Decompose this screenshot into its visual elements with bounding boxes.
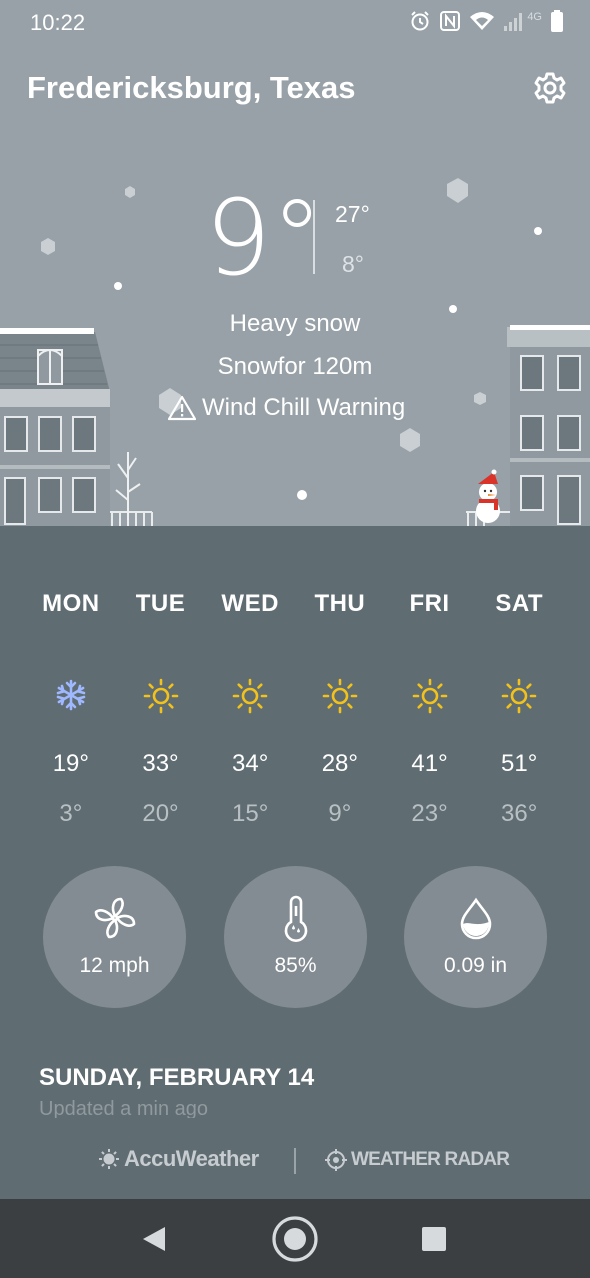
sun-icon <box>474 678 564 714</box>
forecast-low: 3° <box>59 800 83 827</box>
forecast-day-name: THU <box>314 590 366 617</box>
location-title: Fredericksburg, Texas <box>27 70 356 105</box>
signal-icon <box>503 10 525 32</box>
forecast-high: 28° <box>321 750 358 777</box>
recent-apps-square-icon <box>422 1227 446 1251</box>
today-low-temperature: 8° <box>342 251 364 277</box>
forecast-day-fri[interactable]: FRI 41° 23° <box>385 590 475 828</box>
condition-text: Heavy snow <box>229 310 361 337</box>
radar-crosshair-icon <box>325 1149 347 1171</box>
warning-label: Wind Chill Warning <box>202 394 406 421</box>
forecast-high: 51° <box>501 750 538 777</box>
brand-footer: AccuWeather WEATHER RADAR <box>0 1146 590 1176</box>
wind-speed-value: 12 mph <box>79 954 150 977</box>
forecast-high: 34° <box>232 750 269 777</box>
network-type-label: 4G <box>527 11 542 23</box>
forecast-day-name: FRI <box>409 590 450 617</box>
forecast-low: 20° <box>142 800 179 827</box>
precipitation-value: 0.09 in <box>443 954 508 977</box>
alarm-icon <box>409 10 431 32</box>
forecast-day-sat[interactable]: SAT 51° 36° <box>474 590 564 828</box>
weather-radar-label: WEATHER RADAR <box>351 1149 510 1170</box>
status-bar: 10:22 4G <box>0 0 590 44</box>
weather-warning[interactable]: Wind Chill Warning <box>168 394 405 422</box>
forecast-high: 19° <box>52 750 89 777</box>
forecast-day-name: SAT <box>495 590 544 617</box>
forecast-low: 9° <box>328 800 352 827</box>
forecast-day-name: MON <box>42 590 100 617</box>
home-circle-icon <box>272 1216 318 1262</box>
hero-section: 10:22 4G Fredericksburg, Texas 9° 27° 8°… <box>0 0 590 526</box>
metrics-row: 12 mph 85% 0.09 in <box>43 866 547 1008</box>
accuweather-label: AccuWeather <box>124 1146 259 1171</box>
current-date: SUNDAY, FEBRUARY 14 <box>39 1064 315 1091</box>
nfc-icon <box>439 10 461 32</box>
forecast-day-mon[interactable]: MON 19° 3° <box>26 590 116 828</box>
sun-icon <box>295 678 385 714</box>
temperature-divider <box>313 200 315 274</box>
brand-divider <box>294 1148 296 1174</box>
home-button[interactable] <box>271 1215 319 1263</box>
status-icons: 4G <box>409 8 564 34</box>
forecast-high: 33° <box>142 750 179 777</box>
system-navigation-bar <box>0 1199 590 1278</box>
back-button[interactable] <box>130 1215 178 1263</box>
today-high-temperature: 27° <box>335 201 370 227</box>
battery-icon <box>550 9 564 33</box>
wind-metric[interactable]: 12 mph <box>43 866 186 1008</box>
gear-icon <box>534 72 566 104</box>
forecast-low: 36° <box>501 800 538 827</box>
forecast-low: 15° <box>232 800 269 827</box>
back-triangle-icon <box>143 1227 165 1251</box>
forecast-day-name: WED <box>221 590 279 617</box>
wind-fan-icon <box>43 894 186 942</box>
sun-icon <box>116 678 206 714</box>
condition-detail: Snowfor 120m <box>217 353 373 380</box>
current-temperature: 9° <box>205 177 324 299</box>
accuweather-sun-logo-icon <box>99 1149 119 1169</box>
accuweather-link[interactable]: AccuWeather <box>98 1146 259 1172</box>
forecast-day-tue[interactable]: TUE 33° 20° <box>116 590 206 828</box>
warning-icon <box>168 395 196 421</box>
precipitation-metric[interactable]: 0.09 in <box>404 866 547 1008</box>
weather-radar-link[interactable]: WEATHER RADAR <box>325 1149 510 1171</box>
sun-icon <box>385 678 475 714</box>
forecast-day-thu[interactable]: THU 28° 9° <box>295 590 385 828</box>
humidity-value: 85% <box>274 954 317 977</box>
forecast-high: 41° <box>411 750 448 777</box>
settings-button[interactable] <box>533 71 567 105</box>
sun-icon <box>205 678 295 714</box>
last-updated-text: Updated a min ago <box>39 1098 209 1118</box>
forecast-day-wed[interactable]: WED 34° 15° <box>205 590 295 828</box>
humidity-metric[interactable]: 85% <box>224 866 367 1008</box>
status-time: 10:22 <box>30 10 86 35</box>
water-drop-icon <box>404 894 547 942</box>
snowman-illustration <box>476 469 500 523</box>
forecast-low: 23° <box>411 800 448 827</box>
daily-forecast: MON 19° 3° TUE 33° 20° WED 34° 15° THU 2… <box>26 590 564 828</box>
wifi-icon <box>469 10 495 32</box>
thermometer-humidity-icon <box>224 894 367 942</box>
recent-apps-button[interactable] <box>410 1215 458 1263</box>
forecast-day-name: TUE <box>135 590 186 617</box>
snowflake-icon <box>26 678 116 712</box>
